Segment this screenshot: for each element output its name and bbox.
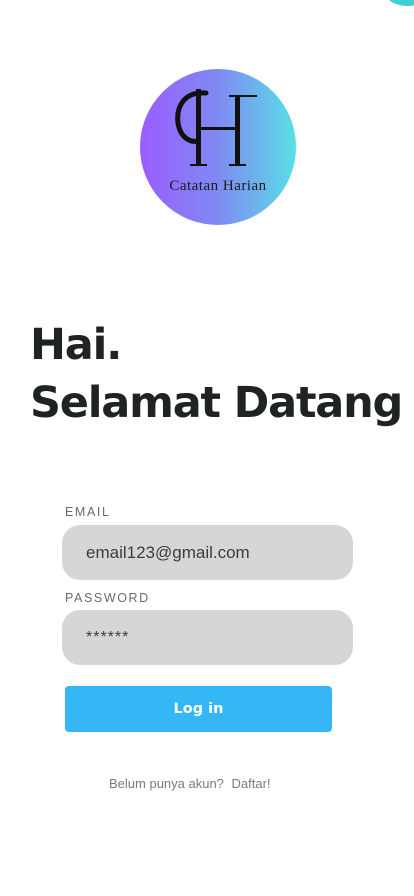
monogram-icon (175, 89, 257, 166)
signup-link[interactable]: Daftar! (232, 776, 271, 791)
logo-caption: Catatan Harian (169, 178, 267, 194)
email-label: EMAIL (65, 505, 111, 519)
password-label: PASSWORD (65, 591, 150, 605)
signup-prompt-text: Belum punya akun? (109, 776, 224, 791)
email-field[interactable] (62, 525, 353, 580)
login-button[interactable]: Log in (65, 686, 332, 732)
signup-prompt: Belum punya akun? Daftar! (109, 776, 271, 791)
welcome-heading: Hai. Selamat Datang (30, 316, 403, 432)
corner-decoration (384, 0, 414, 6)
greeting-line-1: Hai. (30, 320, 122, 370)
password-field[interactable] (62, 610, 353, 665)
greeting-line-2: Selamat Datang (30, 378, 403, 428)
app-logo: Catatan Harian (140, 69, 296, 225)
login-screen: Catatan Harian Hai. Selamat Datang EMAIL… (0, 0, 414, 896)
